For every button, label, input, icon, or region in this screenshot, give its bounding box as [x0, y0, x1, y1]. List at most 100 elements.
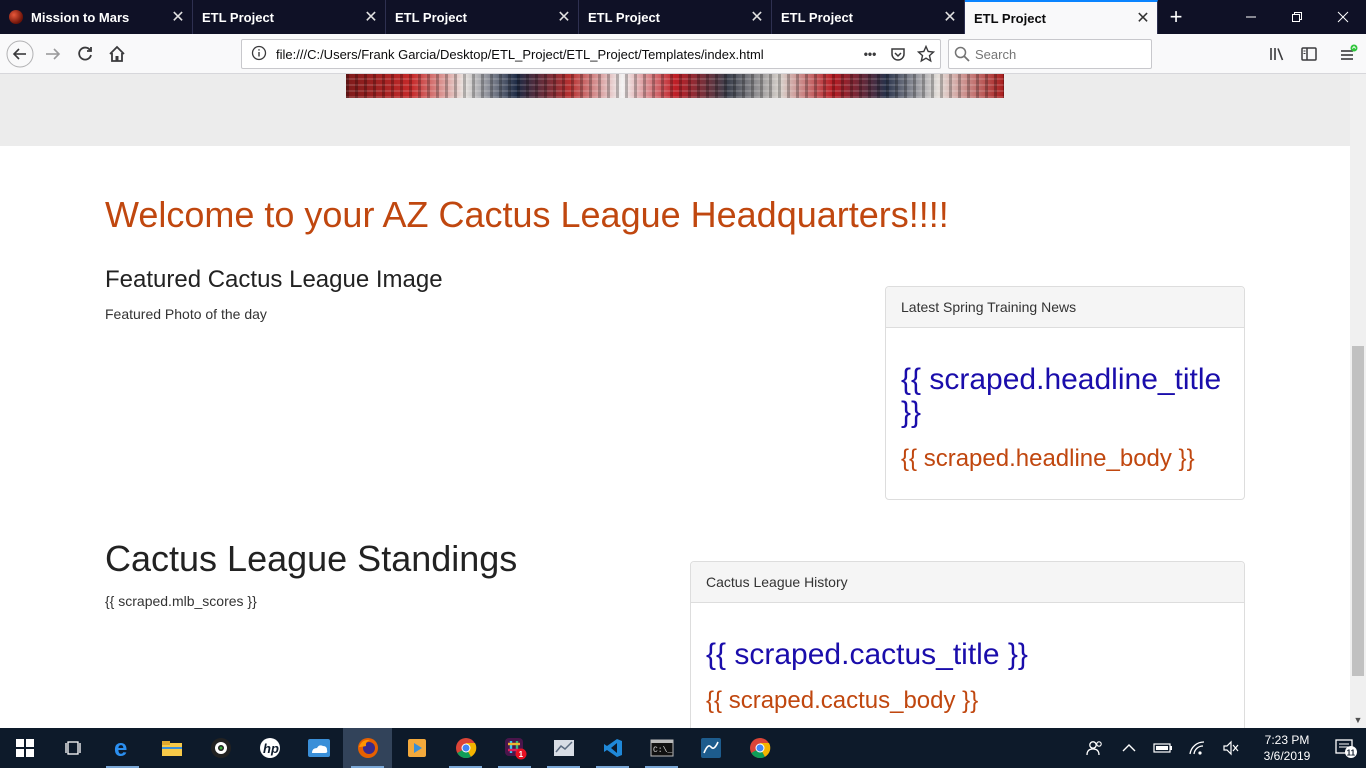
new-tab-button[interactable]: +: [1158, 0, 1194, 34]
forward-arrow-icon: [46, 48, 61, 60]
page-actions-icon[interactable]: •••: [856, 40, 884, 68]
close-window-icon[interactable]: [1320, 0, 1366, 34]
jumbotron: [0, 74, 1350, 146]
home-button[interactable]: [101, 38, 133, 70]
action-center-icon[interactable]: 11: [1326, 737, 1366, 759]
scrollbar-thumb[interactable]: [1352, 346, 1364, 676]
webcam-app-icon[interactable]: [196, 728, 245, 768]
close-tab-icon[interactable]: ✕: [550, 7, 578, 27]
volume-muted-icon[interactable]: [1214, 740, 1248, 756]
hamburger-menu-icon: [1341, 44, 1358, 60]
tab-label: ETL Project: [974, 10, 1047, 26]
edge-icon[interactable]: e: [98, 728, 147, 768]
tab-label: ETL Project: [781, 9, 854, 25]
notification-count: 11: [1347, 749, 1356, 758]
terminal-icon[interactable]: C:\_: [637, 728, 686, 768]
task-view-icon[interactable]: [49, 728, 98, 768]
hp-icon[interactable]: hp: [245, 728, 294, 768]
tab-label: Mission to Mars: [31, 9, 130, 25]
menu-button[interactable]: [1332, 38, 1364, 70]
media-player-icon[interactable]: [392, 728, 441, 768]
tab-strip: Mission to Mars ✕ ETL Project ✕ ETL Proj…: [0, 0, 1366, 34]
banner-image: [346, 74, 1004, 98]
windows-taskbar: e hp 1 C:\_ 7:23 PM 3/6/2019 11: [0, 728, 1366, 768]
svg-text:C:\_: C:\_: [653, 746, 672, 755]
news-panel: Latest Spring Training News {{ scraped.h…: [885, 286, 1245, 500]
navigation-toolbar: file:///C:/Users/Frank Garcia/Desktop/ET…: [0, 34, 1366, 74]
window-controls: [1228, 0, 1366, 34]
mars-favicon-icon: [9, 10, 23, 24]
home-icon: [109, 45, 125, 62]
library-button[interactable]: [1261, 38, 1293, 70]
sidebar-button[interactable]: [1293, 38, 1325, 70]
page-title: Welcome to your AZ Cactus League Headqua…: [105, 194, 949, 235]
search-box[interactable]: [948, 39, 1152, 69]
graph-app-icon[interactable]: [539, 728, 588, 768]
close-tab-icon[interactable]: ✕: [1129, 8, 1157, 28]
history-panel: Cactus League History {{ scraped.cactus_…: [690, 561, 1245, 728]
close-tab-icon[interactable]: ✕: [164, 7, 192, 27]
clock[interactable]: 7:23 PM 3/6/2019: [1248, 732, 1326, 764]
history-title: {{ scraped.cactus_title }}: [706, 638, 1028, 671]
svg-text:e: e: [114, 737, 127, 759]
close-tab-icon[interactable]: ✕: [936, 7, 964, 27]
standings-scores: {{ scraped.mlb_scores }}: [105, 593, 257, 609]
reload-button[interactable]: [69, 38, 101, 70]
search-input[interactable]: [975, 46, 1135, 62]
address-bar[interactable]: file:///C:/Users/Frank Garcia/Desktop/ET…: [241, 39, 941, 69]
tab-etl-project-1[interactable]: ETL Project ✕: [193, 0, 386, 34]
back-arrow-icon: [6, 40, 34, 68]
pocket-icon[interactable]: [884, 40, 912, 68]
page-viewport: Welcome to your AZ Cactus League Headqua…: [0, 74, 1366, 728]
close-tab-icon[interactable]: ✕: [743, 7, 771, 27]
url-text[interactable]: file:///C:/Users/Frank Garcia/Desktop/ET…: [276, 47, 856, 62]
site-info-icon[interactable]: [242, 45, 276, 64]
onedrive-icon[interactable]: [294, 728, 343, 768]
search-icon: [949, 46, 975, 62]
chrome-icon[interactable]: [441, 728, 490, 768]
reload-icon: [78, 46, 92, 61]
scroll-down-icon[interactable]: ▼: [1350, 712, 1366, 728]
history-body: {{ scraped.cactus_body }}: [706, 687, 979, 714]
battery-icon[interactable]: [1146, 742, 1180, 754]
minimize-icon[interactable]: [1228, 0, 1274, 34]
mysql-workbench-icon[interactable]: [686, 728, 735, 768]
news-headline-title: {{ scraped.headline_title }}: [901, 363, 1222, 429]
file-explorer-icon[interactable]: [147, 728, 196, 768]
back-button[interactable]: [4, 38, 36, 70]
chevron-up-icon[interactable]: [1112, 743, 1146, 753]
bookmark-star-icon[interactable]: [912, 40, 940, 68]
forward-button[interactable]: [37, 38, 69, 70]
chrome-icon-secondary[interactable]: [735, 728, 784, 768]
slack-badge: 1: [518, 750, 523, 759]
featured-image-heading: Featured Cactus League Image: [105, 266, 443, 293]
wifi-icon[interactable]: [1180, 740, 1214, 756]
vertical-scrollbar[interactable]: ▼: [1350, 74, 1366, 728]
library-icon: [1270, 48, 1284, 61]
clock-date: 3/6/2019: [1263, 749, 1311, 763]
tab-label: ETL Project: [395, 9, 468, 25]
tab-label: ETL Project: [588, 9, 661, 25]
tab-etl-project-2[interactable]: ETL Project ✕: [386, 0, 579, 34]
news-headline-body: {{ scraped.headline_body }}: [901, 445, 1195, 472]
tab-label: ETL Project: [202, 9, 275, 25]
system-tray: 7:23 PM 3/6/2019 11: [1078, 728, 1366, 768]
news-panel-header: Latest Spring Training News: [886, 287, 1244, 328]
tab-mission-to-mars[interactable]: Mission to Mars ✕: [0, 0, 193, 34]
featured-image-subtitle: Featured Photo of the day: [105, 306, 267, 322]
close-tab-icon[interactable]: ✕: [357, 7, 385, 27]
restore-icon[interactable]: [1274, 0, 1320, 34]
tab-etl-project-3[interactable]: ETL Project ✕: [579, 0, 772, 34]
tab-etl-project-active[interactable]: ETL Project ✕: [965, 0, 1158, 34]
slack-icon[interactable]: 1: [490, 728, 539, 768]
tab-etl-project-4[interactable]: ETL Project ✕: [772, 0, 965, 34]
start-icon[interactable]: [0, 728, 49, 768]
firefox-icon[interactable]: [343, 728, 392, 768]
clock-time: 7:23 PM: [1264, 733, 1310, 747]
svg-text:hp: hp: [263, 741, 279, 756]
history-panel-header: Cactus League History: [691, 562, 1244, 603]
people-icon[interactable]: [1078, 739, 1112, 757]
vscode-icon[interactable]: [588, 728, 637, 768]
sidebar-icon: [1301, 47, 1317, 61]
standings-heading: Cactus League Standings: [105, 538, 518, 579]
